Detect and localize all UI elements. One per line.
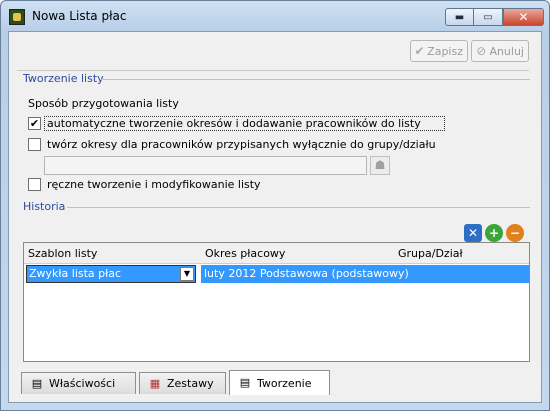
auto-create-label[interactable]: automatyczne tworzenie okresów i dodawan… xyxy=(47,117,421,130)
cancel-icon: ⊘ xyxy=(476,44,487,58)
template-select[interactable]: Zwykła lista płac ▼ xyxy=(26,265,196,283)
tab-creation[interactable]: ▤ Tworzenie xyxy=(229,370,330,395)
close-button[interactable]: ✕ xyxy=(503,8,544,26)
column-header-period[interactable]: Okres płacowy xyxy=(205,247,285,260)
history-table: Szablon listy Okres płacowy Grupa/Dział … xyxy=(23,242,530,362)
cancel-label: Anuluj xyxy=(489,44,524,58)
manual-create-checkbox[interactable] xyxy=(28,178,41,191)
checkmark-icon: ✔ xyxy=(414,44,425,58)
minimize-icon: ▬ xyxy=(454,11,465,23)
minimize-button[interactable]: ▬ xyxy=(445,8,474,26)
tab-label: Tworzenie xyxy=(257,376,312,390)
tools-icon[interactable]: ✕ xyxy=(464,224,482,242)
client-area: ✔ Zapisz ⊘ Anuluj Tworzenie listy Sposób… xyxy=(8,31,542,403)
close-icon: ✕ xyxy=(518,10,529,24)
app-icon xyxy=(9,9,25,25)
auto-create-checkbox[interactable]: ✔ xyxy=(28,117,41,130)
history-group-title: Historia xyxy=(23,200,66,213)
tab-label: Zestawy xyxy=(167,377,214,390)
creation-group-title: Tworzenie listy xyxy=(23,72,104,85)
creation-icon: ▤ xyxy=(239,376,251,389)
group-picker-button[interactable]: ☗ xyxy=(370,156,390,175)
tab-properties[interactable]: ▤ Właściwości xyxy=(21,372,136,394)
main-window: Nowa Lista płac ▬ ▭ ✕ ✔ Zapisz ⊘ Anuluj … xyxy=(0,0,550,411)
properties-icon: ▤ xyxy=(31,376,43,390)
template-value: Zwykła lista płac xyxy=(29,267,122,280)
column-header-template[interactable]: Szablon listy xyxy=(28,247,97,260)
group-input[interactable] xyxy=(44,156,367,175)
tab-label: Właściwości xyxy=(49,377,116,390)
creation-group-line xyxy=(101,79,530,80)
save-button[interactable]: ✔ Zapisz xyxy=(410,40,468,62)
users-icon: ☗ xyxy=(374,158,386,172)
chevron-down-icon[interactable]: ▼ xyxy=(180,267,194,281)
table-header: Szablon listy Okres płacowy Grupa/Dział xyxy=(24,243,529,264)
period-value: luty 2012 Podstawowa (podstawowy) xyxy=(204,267,409,280)
tab-sets[interactable]: ▦ Zestawy xyxy=(139,372,226,394)
window-title: Nowa Lista płac xyxy=(32,9,127,23)
table-row[interactable]: Zwykła lista płac ▼ luty 2012 Podstawowa… xyxy=(24,263,529,285)
add-icon[interactable]: + xyxy=(485,224,503,242)
group-only-checkbox[interactable] xyxy=(28,138,41,151)
maximize-icon: ▭ xyxy=(483,11,493,23)
history-group-line xyxy=(67,207,530,208)
title-bar[interactable]: Nowa Lista płac ▬ ▭ ✕ xyxy=(1,1,549,31)
save-label: Zapisz xyxy=(427,44,463,58)
column-header-group[interactable]: Grupa/Dział xyxy=(398,247,463,260)
toolbar-separator xyxy=(17,70,529,71)
cancel-button[interactable]: ⊘ Anuluj xyxy=(471,40,529,62)
manual-create-label[interactable]: ręczne tworzenie i modyfikowanie listy xyxy=(47,178,261,191)
group-only-label[interactable]: twórz okresy dla pracowników przypisanyc… xyxy=(47,138,436,151)
maximize-button[interactable]: ▭ xyxy=(474,8,503,26)
period-cell[interactable]: luty 2012 Podstawowa (podstawowy) xyxy=(201,265,529,283)
sets-icon: ▦ xyxy=(149,376,161,390)
remove-icon[interactable]: − xyxy=(506,224,524,242)
method-label: Sposób przygotowania listy xyxy=(28,97,179,110)
